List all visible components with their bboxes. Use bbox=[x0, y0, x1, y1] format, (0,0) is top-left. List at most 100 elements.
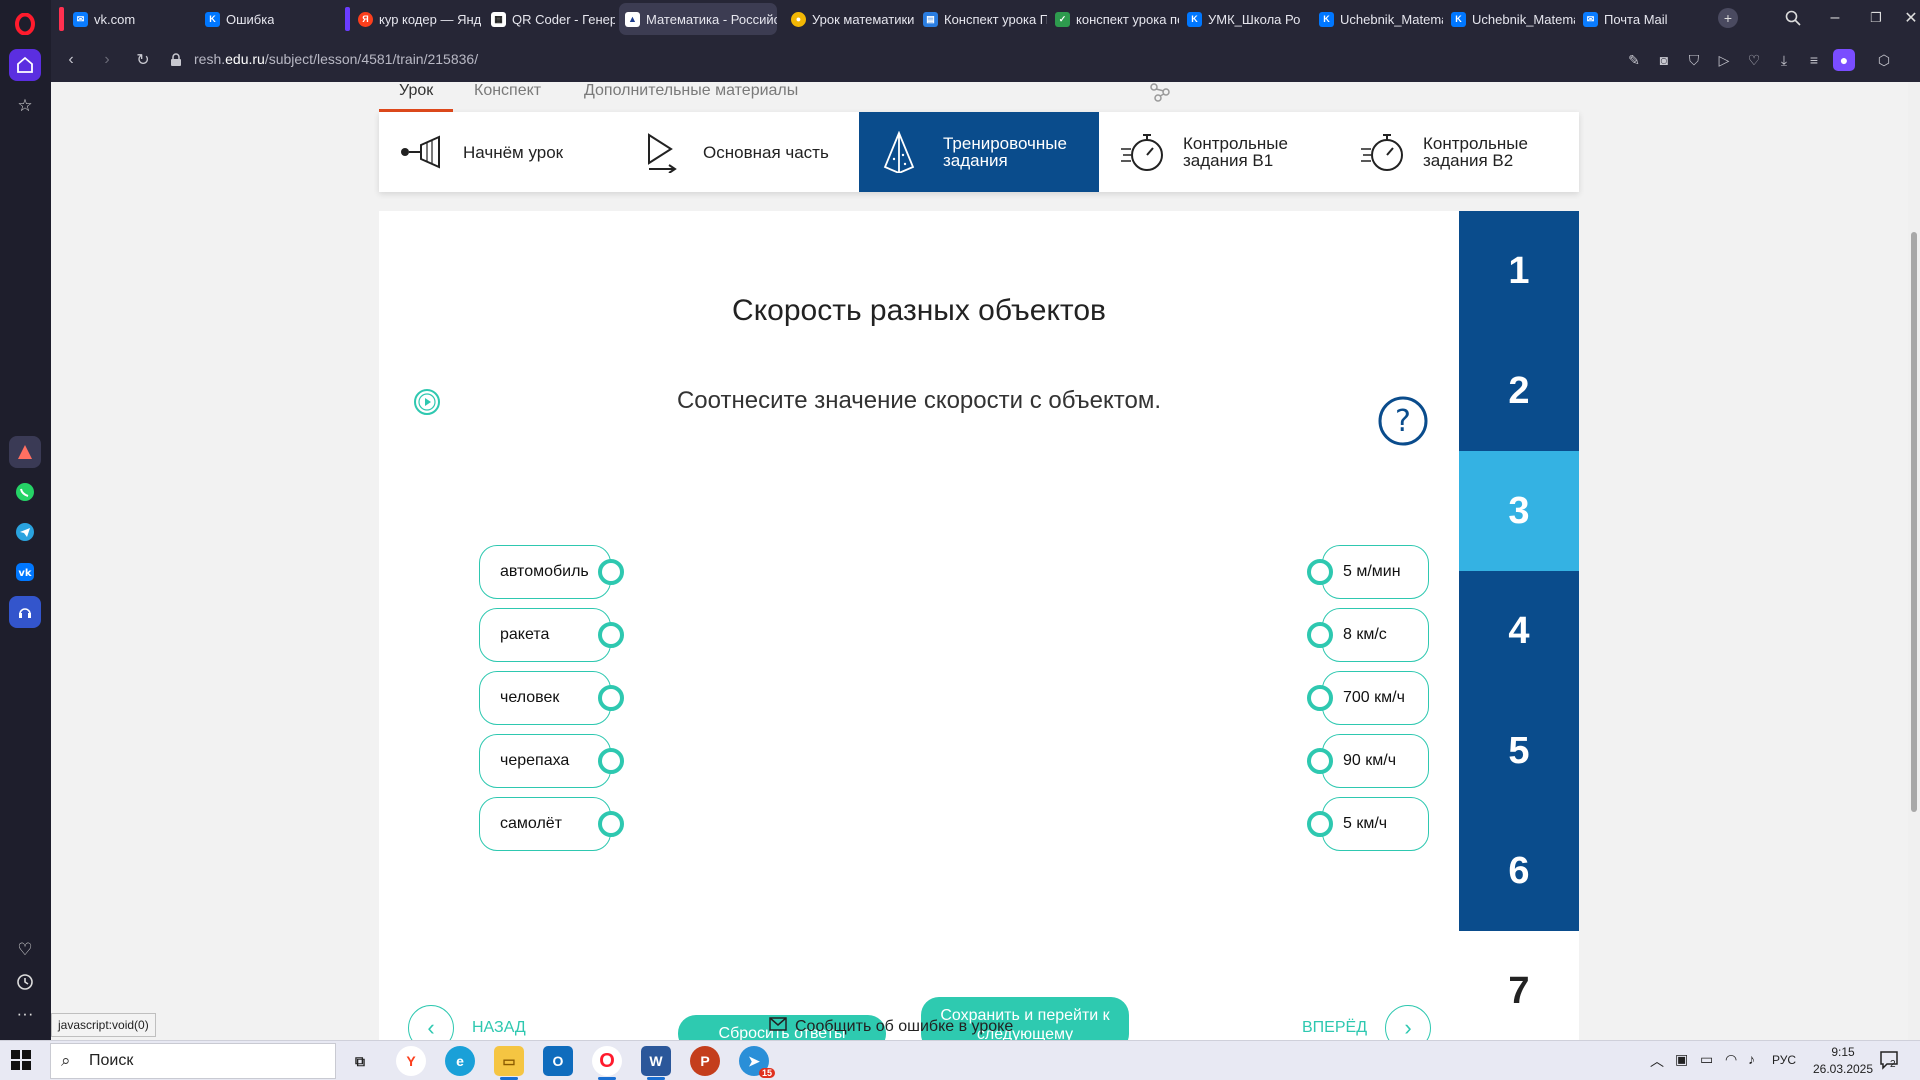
match-item-left[interactable]: человек bbox=[479, 671, 611, 725]
menu-icon[interactable]: ≡ bbox=[1803, 49, 1825, 71]
task-number-item[interactable]: 2 bbox=[1459, 331, 1579, 451]
new-tab-plus-icon[interactable]: + bbox=[1718, 8, 1738, 28]
tab-summary[interactable]: Конспект bbox=[474, 82, 541, 112]
task-number-item[interactable]: 4 bbox=[1459, 571, 1579, 691]
edit-icon[interactable]: ✎ bbox=[1623, 49, 1645, 71]
browser-tab[interactable]: ● Урок математики bbox=[785, 3, 915, 35]
task-number-item[interactable]: 1 bbox=[1459, 211, 1579, 331]
browser-tab-active[interactable]: ▲ Математика - Российская bbox=[619, 3, 777, 35]
clock[interactable]: 9:15 26.03.2025 bbox=[1812, 1044, 1874, 1078]
heart-icon[interactable]: ♡ bbox=[1743, 49, 1765, 71]
browser-tab[interactable]: ✓ конспект урока по bbox=[1049, 3, 1179, 35]
browser-tab[interactable]: ✉ vk.com bbox=[67, 3, 187, 35]
task-view-icon[interactable]: ⧉ bbox=[345, 1046, 375, 1076]
restore-icon[interactable]: ❐ bbox=[1864, 6, 1888, 30]
browser-tab[interactable]: K Uchebnik_Matemat bbox=[1313, 3, 1443, 35]
pinboard-star-icon[interactable]: ☆ bbox=[9, 90, 41, 122]
task-number-item[interactable]: 6 bbox=[1459, 811, 1579, 931]
connector-dot[interactable] bbox=[598, 622, 624, 648]
mail-app-icon[interactable]: ➤ 15 bbox=[739, 1046, 775, 1078]
browser-tab[interactable]: Я кур кодер — Яндекс bbox=[352, 3, 481, 35]
yandex-browser-icon[interactable]: Y bbox=[396, 1046, 426, 1076]
search-tabs-icon[interactable] bbox=[1781, 6, 1805, 30]
connector-dot[interactable] bbox=[598, 811, 624, 837]
file-explorer-icon[interactable]: ▭ bbox=[494, 1046, 524, 1080]
forward-nav-button[interactable]: ВПЕРЁД › bbox=[1302, 1005, 1432, 1040]
browser-tab[interactable]: ▦ QR Coder - Генера bbox=[485, 3, 615, 35]
task-number-item[interactable]: 7 bbox=[1459, 931, 1579, 1040]
url-field[interactable]: resh.edu.ru/subject/lesson/4581/train/21… bbox=[194, 51, 478, 67]
windows-start-icon[interactable] bbox=[10, 1049, 34, 1073]
notification-center-icon[interactable]: 2 bbox=[1878, 1049, 1902, 1073]
heart-icon[interactable]: ♡ bbox=[9, 934, 41, 966]
report-error-link[interactable]: Сообщить об ошибке в уроке bbox=[769, 1017, 1013, 1036]
aria-icon[interactable] bbox=[9, 436, 41, 468]
connector-dot[interactable] bbox=[598, 748, 624, 774]
close-window-icon[interactable]: ✕ bbox=[1899, 6, 1920, 30]
browser-tab[interactable]: ▤ Конспект урока П bbox=[917, 3, 1047, 35]
page-scrollbar[interactable] bbox=[1908, 82, 1920, 1040]
download-icon[interactable]: ⤓ bbox=[1773, 49, 1795, 71]
history-clock-icon[interactable] bbox=[9, 966, 41, 998]
connector-dot[interactable] bbox=[1307, 748, 1333, 774]
connector-dot[interactable] bbox=[1307, 811, 1333, 837]
step-start-lesson[interactable]: Начнём урок bbox=[379, 112, 619, 192]
meet-now-icon[interactable]: ▣ bbox=[1675, 1051, 1688, 1068]
match-item-left[interactable]: автомобиль bbox=[479, 545, 611, 599]
task-number-item[interactable]: 5 bbox=[1459, 691, 1579, 811]
match-item-right[interactable]: 8 км/с bbox=[1322, 608, 1429, 662]
music-player-icon[interactable] bbox=[9, 596, 41, 628]
camera-icon[interactable]: ◙ bbox=[1653, 49, 1675, 71]
step-main-part[interactable]: Основная часть bbox=[619, 112, 859, 192]
task-number-item-current[interactable]: 3 bbox=[1459, 451, 1579, 571]
connector-dot[interactable] bbox=[1307, 622, 1333, 648]
reload-icon[interactable]: ↻ bbox=[131, 48, 155, 72]
browser-tab[interactable]: ✉ Почта Mail bbox=[1577, 3, 1707, 35]
whatsapp-icon[interactable] bbox=[9, 476, 41, 508]
browser-tab[interactable]: K Ошибка bbox=[199, 3, 334, 35]
back-nav-button[interactable]: ‹ НАЗАД bbox=[408, 1005, 526, 1040]
forward-icon[interactable]: › bbox=[95, 48, 119, 72]
volume-icon[interactable]: ♪ bbox=[1748, 1051, 1755, 1067]
taskbar-search-input[interactable]: ⌕ Поиск bbox=[50, 1043, 336, 1079]
connector-dot[interactable] bbox=[598, 559, 624, 585]
battery-icon[interactable]: ▭ bbox=[1700, 1051, 1713, 1068]
word-icon[interactable]: W bbox=[641, 1046, 671, 1080]
connector-dot[interactable] bbox=[598, 685, 624, 711]
profile-icon[interactable]: ● bbox=[1833, 49, 1855, 71]
minimize-icon[interactable]: – bbox=[1823, 6, 1847, 30]
back-icon[interactable]: ‹ bbox=[59, 48, 83, 72]
scrollbar-thumb[interactable] bbox=[1911, 232, 1917, 812]
step-control-b2[interactable]: Контрольные задания В2 bbox=[1339, 112, 1579, 192]
match-item-right[interactable]: 700 км/ч bbox=[1322, 671, 1429, 725]
match-item-left[interactable]: самолёт bbox=[479, 797, 611, 851]
input-language[interactable]: РУС bbox=[1772, 1053, 1796, 1067]
wifi-icon[interactable]: ◠ bbox=[1725, 1051, 1737, 1068]
share-icon[interactable] bbox=[1149, 82, 1173, 106]
opera-icon[interactable]: O bbox=[592, 1046, 622, 1080]
match-item-right[interactable]: 90 км/ч bbox=[1322, 734, 1429, 788]
match-item-right[interactable]: 5 км/ч bbox=[1322, 797, 1429, 851]
powerpoint-icon[interactable]: P bbox=[690, 1046, 720, 1076]
opera-logo-icon[interactable] bbox=[9, 8, 41, 40]
match-item-left[interactable]: ракета bbox=[479, 608, 611, 662]
send-icon[interactable]: ▷ bbox=[1713, 49, 1735, 71]
step-control-b1[interactable]: Контрольные задания В1 bbox=[1099, 112, 1339, 192]
vk-sidebar-icon[interactable]: vk bbox=[9, 556, 41, 588]
home-icon[interactable] bbox=[9, 49, 41, 81]
tab-lesson[interactable]: Урок bbox=[378, 82, 454, 112]
step-training-tasks[interactable]: Тренировочные задания bbox=[859, 112, 1099, 192]
match-item-left[interactable]: черепаха bbox=[479, 734, 611, 788]
more-dots-icon[interactable]: ··· bbox=[9, 998, 41, 1030]
extensions-cube-icon[interactable]: ⬡ bbox=[1873, 49, 1895, 71]
connector-dot[interactable] bbox=[1307, 559, 1333, 585]
tray-chevron-icon[interactable]: ︿ bbox=[1650, 1051, 1664, 1071]
telegram-icon[interactable] bbox=[9, 516, 41, 548]
match-item-right[interactable]: 5 м/мин bbox=[1322, 545, 1429, 599]
outlook-icon[interactable]: O bbox=[543, 1046, 573, 1076]
shield-icon[interactable]: ⛉ bbox=[1683, 49, 1705, 71]
connector-dot[interactable] bbox=[1307, 685, 1333, 711]
edge-icon[interactable]: e bbox=[445, 1046, 475, 1076]
help-question-icon[interactable]: ? bbox=[1378, 396, 1428, 446]
browser-tab[interactable]: K УМК_Школа Ро bbox=[1181, 3, 1311, 35]
